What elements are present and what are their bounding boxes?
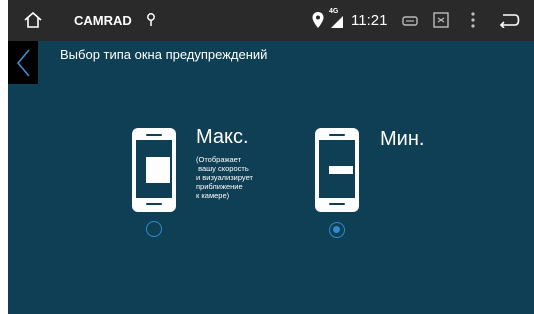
radio-max[interactable] — [146, 221, 162, 237]
max-window-preview — [146, 157, 170, 183]
status-bar: CAMRAD 4G 11:21 — [8, 0, 534, 41]
phone-speaker — [329, 134, 345, 136]
gps-icon — [147, 13, 155, 26]
phone-icon[interactable] — [315, 128, 359, 212]
app-title: CAMRAD — [74, 13, 132, 28]
phone-screen — [136, 140, 172, 198]
option-max-description: (Отображает вашу скорость и визуализируе… — [196, 155, 253, 200]
home-icon[interactable] — [22, 9, 44, 31]
phone-speaker — [146, 134, 162, 136]
menu-icon[interactable] — [470, 11, 476, 29]
cast-icon[interactable] — [402, 15, 418, 27]
page-title: Выбор типа окна предупреждений — [60, 47, 268, 62]
clock: 11:21 — [351, 12, 388, 29]
option-min-label: Мин. — [380, 128, 425, 150]
radio-selected-dot — [333, 226, 340, 233]
radio-min[interactable] — [329, 222, 345, 238]
phone-screen — [319, 140, 355, 198]
location-icon — [312, 12, 324, 28]
phone-home-button — [146, 203, 162, 205]
option-max-label: Макс. — [196, 126, 249, 148]
min-window-preview — [329, 166, 353, 174]
network-type: 4G — [329, 8, 339, 15]
back-icon[interactable] — [498, 12, 520, 28]
screen: CAMRAD 4G 11:21 Выбор типа окна предупре… — [8, 0, 534, 314]
signal-icon — [331, 16, 343, 28]
screenshot-icon[interactable] — [432, 11, 450, 29]
phone-icon[interactable] — [132, 128, 176, 212]
phone-home-button — [329, 203, 345, 205]
chevron-left-icon — [16, 49, 30, 77]
back-button[interactable] — [8, 41, 38, 84]
